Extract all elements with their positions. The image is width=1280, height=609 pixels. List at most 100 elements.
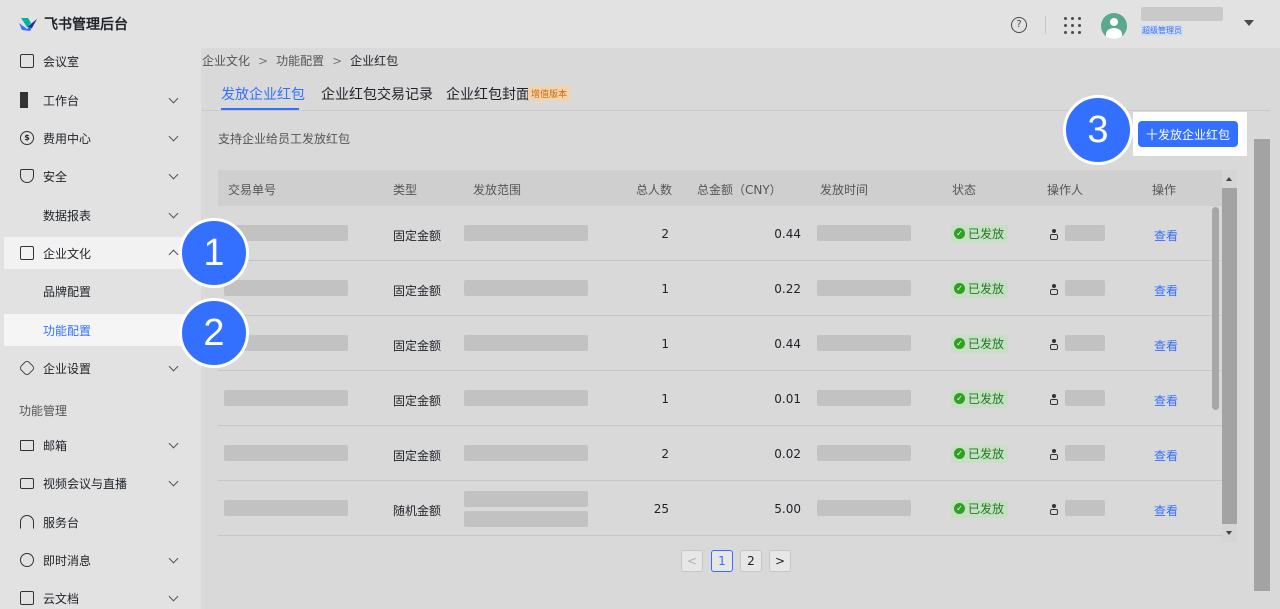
operator-redacted xyxy=(1065,334,1105,351)
sidebar-item-company-settings[interactable]: 企业设置 xyxy=(4,352,192,384)
sidebar-item-docs[interactable]: 云文档 xyxy=(4,582,192,609)
type-cell: 固定金额 xyxy=(393,393,442,408)
tab-red-packet-cover[interactable]: 企业红包封面 xyxy=(446,84,530,104)
sidebar-item-workplace[interactable]: 工作台 xyxy=(4,84,192,116)
view-link[interactable]: 查看 xyxy=(1154,337,1178,354)
page-button[interactable]: 1 xyxy=(711,550,733,572)
prev-page-button[interactable]: < xyxy=(681,550,703,572)
user-icon xyxy=(1050,393,1058,405)
time-redacted xyxy=(817,444,911,461)
table-scrollbar-rail[interactable] xyxy=(1222,188,1237,524)
tab-transaction-records[interactable]: 企业红包交易记录 xyxy=(321,84,433,104)
chevron-down-icon xyxy=(168,131,179,142)
time-redacted xyxy=(817,334,911,351)
sidebar-item-billing[interactable]: $ 费用中心 xyxy=(4,122,192,154)
sidebar-item-security[interactable]: 安全 xyxy=(4,160,192,192)
next-page-button[interactable]: > xyxy=(769,550,791,572)
apps-grid-icon[interactable] xyxy=(1064,17,1081,34)
sidebar-item-culture[interactable]: 企业文化 xyxy=(4,237,192,269)
count-cell: 1 xyxy=(661,281,669,296)
amount-cell: 0.22 xyxy=(774,281,801,296)
shield-icon xyxy=(20,169,34,183)
account-dropdown-icon[interactable] xyxy=(1244,20,1254,26)
check-circle-icon: ✓ xyxy=(954,283,965,294)
type-cell: 固定金额 xyxy=(393,448,442,463)
sidebar-item-label: 即时消息 xyxy=(43,553,92,568)
check-circle-icon: ✓ xyxy=(954,448,965,459)
step-marker: 1 xyxy=(179,218,249,288)
status-label: 已发放 xyxy=(968,392,1005,406)
view-link[interactable]: 查看 xyxy=(1154,282,1178,299)
sidebar-item-reports[interactable]: 数据报表 xyxy=(4,199,192,231)
sidebar-item-label: 品牌配置 xyxy=(43,284,92,299)
sidebar-item-mail[interactable]: 邮箱 xyxy=(4,429,192,461)
chevron-down-icon xyxy=(168,208,179,219)
sidebar-item-video[interactable]: 视频会议与直播 xyxy=(4,467,192,499)
row-divider xyxy=(218,535,1222,536)
status-label: 已发放 xyxy=(968,447,1005,461)
dollar-icon: $ xyxy=(20,131,34,145)
app-title: 飞书管理后台 xyxy=(44,17,128,33)
scope-redacted xyxy=(464,510,588,527)
count-cell: 25 xyxy=(653,501,669,516)
page-button[interactable]: 2 xyxy=(740,550,762,572)
check-circle-icon: ✓ xyxy=(954,228,965,239)
sidebar-item-label: 安全 xyxy=(43,169,68,184)
top-bar: 飞书管理后台 ? 超级管理员 xyxy=(0,0,1280,48)
bar-chart-icon xyxy=(20,208,34,222)
tab-issue-red-packet[interactable]: 发放企业红包 xyxy=(221,84,305,104)
time-redacted xyxy=(817,499,911,516)
sidebar-item-label: 功能配置 xyxy=(43,323,92,338)
premium-badge: 增值版本 xyxy=(528,86,571,101)
scroll-up-icon[interactable] xyxy=(1226,177,1232,181)
table-scroll-thumb[interactable] xyxy=(1212,207,1219,410)
operator-redacted xyxy=(1065,224,1105,241)
issue-red-packet-button[interactable]: 十发放企业红包 xyxy=(1138,121,1238,147)
header-divider xyxy=(1045,16,1046,34)
scope-redacted xyxy=(464,490,588,507)
video-icon xyxy=(20,477,34,489)
column-header: 发放时间 xyxy=(820,183,869,197)
column-header: 交易单号 xyxy=(228,183,277,197)
chevron-down-icon xyxy=(168,169,179,180)
breadcrumb-item[interactable]: 功能配置 xyxy=(276,52,324,69)
section-label: 功能管理 xyxy=(19,404,68,418)
column-header: 操作人 xyxy=(1047,183,1084,197)
brand[interactable]: 飞书管理后台 xyxy=(18,14,128,34)
view-link[interactable]: 查看 xyxy=(1154,447,1178,464)
page-description: 支持企业给员工发放红包 xyxy=(218,132,351,146)
time-redacted xyxy=(817,389,911,406)
status-badge: ✓ 已发放 xyxy=(951,389,1009,408)
user-name-redacted xyxy=(1141,7,1223,21)
sidebar-item-messaging[interactable]: 即时消息 xyxy=(4,544,192,576)
status-badge: ✓ 已发放 xyxy=(951,224,1009,243)
user-icon xyxy=(1050,448,1058,460)
chevron-down-icon xyxy=(168,476,179,487)
avatar[interactable] xyxy=(1101,13,1127,39)
page-scrollbar[interactable] xyxy=(1254,139,1270,591)
column-header: 操作 xyxy=(1152,183,1177,197)
sidebar-item-label: 企业设置 xyxy=(43,361,92,376)
sidebar-item-helpdesk[interactable]: 服务台 xyxy=(4,506,192,538)
scroll-down-icon[interactable] xyxy=(1226,531,1232,535)
step-marker: 3 xyxy=(1063,95,1133,165)
count-cell: 2 xyxy=(661,446,669,461)
sidebar-item-feature-config[interactable]: 功能配置 xyxy=(4,314,192,346)
user-icon xyxy=(1050,228,1058,240)
status-label: 已发放 xyxy=(968,282,1005,296)
amount-cell: 0.44 xyxy=(774,336,801,351)
sidebar-item-label: 会议室 xyxy=(43,54,80,69)
breadcrumb-item[interactable]: 企业文化 xyxy=(202,52,250,69)
row-divider xyxy=(218,480,1222,481)
chevron-up-icon xyxy=(168,249,179,260)
breadcrumb-separator: > xyxy=(258,53,269,68)
help-icon[interactable]: ? xyxy=(1011,17,1027,33)
sidebar-item-brand-config[interactable]: 品牌配置 xyxy=(4,275,192,307)
sidebar-item-meeting-room[interactable]: 会议室 xyxy=(4,45,192,77)
check-circle-icon: ✓ xyxy=(954,503,965,514)
status-badge: ✓ 已发放 xyxy=(951,499,1009,518)
view-link[interactable]: 查看 xyxy=(1154,227,1178,244)
sidebar-item-label: 服务台 xyxy=(43,515,80,530)
view-link[interactable]: 查看 xyxy=(1154,502,1178,519)
view-link[interactable]: 查看 xyxy=(1154,392,1178,409)
